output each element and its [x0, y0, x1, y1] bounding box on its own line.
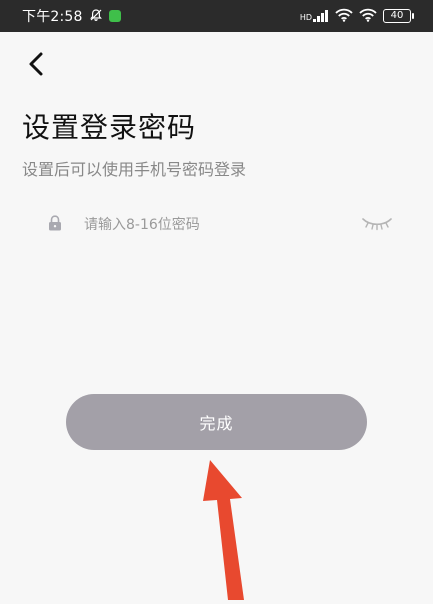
done-button[interactable]: 完成	[66, 394, 367, 450]
bell-muted-icon	[89, 7, 103, 26]
status-bar: 下午2:58 HD 40	[0, 0, 433, 32]
wifi-secondary-icon	[359, 7, 377, 26]
red-arrow-annotation	[170, 455, 280, 600]
lock-icon	[48, 215, 62, 235]
page-subtitle: 设置后可以使用手机号密码登录	[22, 160, 247, 179]
page-title: 设置登录密码	[22, 111, 197, 144]
wifi-icon	[335, 7, 353, 26]
back-button[interactable]	[20, 50, 52, 82]
battery-icon: 40	[383, 9, 414, 23]
eye-closed-icon[interactable]	[361, 215, 393, 235]
status-time: 下午2:58	[22, 9, 83, 25]
status-right: HD 40	[300, 7, 414, 26]
chevron-left-icon	[27, 51, 45, 81]
cellular-signal-icon: HD	[300, 10, 329, 22]
network-label: HD	[299, 13, 312, 22]
password-field-row	[48, 204, 393, 246]
status-left: 下午2:58	[22, 6, 121, 26]
password-input[interactable]	[82, 204, 361, 246]
app-notification-icon	[108, 10, 121, 22]
